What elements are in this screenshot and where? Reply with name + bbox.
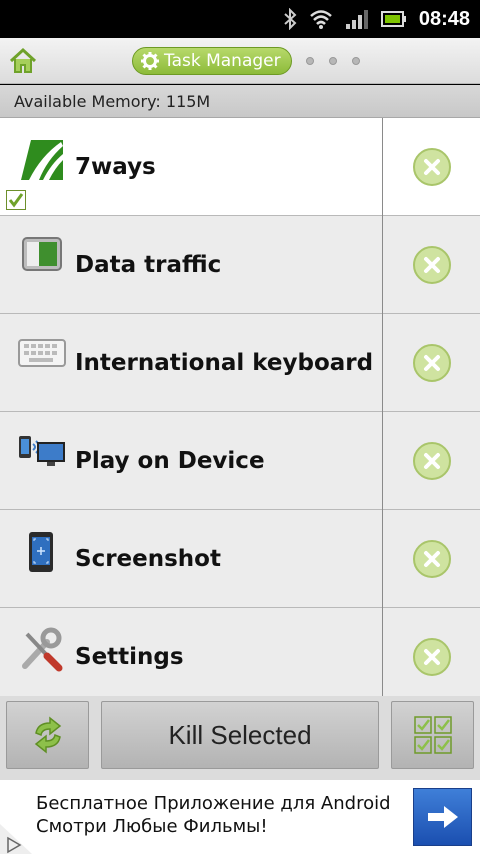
task-row-7ways[interactable]: 7ways bbox=[0, 118, 480, 216]
kill-task-button[interactable] bbox=[413, 540, 451, 578]
settings-icon bbox=[17, 626, 67, 676]
gear-icon bbox=[141, 52, 159, 70]
task-row-screenshot[interactable]: Screenshot bbox=[0, 510, 480, 608]
select-all-icon bbox=[413, 716, 452, 754]
kill-selected-button[interactable]: Kill Selected bbox=[101, 701, 379, 769]
play-on-device-icon bbox=[17, 430, 67, 480]
wifi-icon bbox=[310, 10, 332, 29]
home-button[interactable] bbox=[8, 47, 38, 75]
task-label: International keyboard bbox=[75, 350, 374, 376]
ad-line-1: Бесплатное Приложение для Android bbox=[36, 793, 391, 814]
task-label: Data traffic bbox=[75, 252, 222, 278]
kill-task-button[interactable] bbox=[413, 246, 451, 284]
app-header: Task Manager bbox=[0, 38, 480, 84]
close-icon bbox=[424, 257, 440, 273]
check-icon bbox=[8, 193, 24, 208]
battery-icon bbox=[380, 11, 406, 27]
bluetooth-icon bbox=[284, 8, 297, 30]
screenshot-icon bbox=[17, 528, 67, 578]
home-icon bbox=[9, 47, 37, 73]
ad-play-icon[interactable] bbox=[0, 824, 32, 854]
close-icon bbox=[424, 649, 440, 665]
status-bar: 08:48 bbox=[0, 0, 480, 38]
kill-task-button[interactable] bbox=[413, 442, 451, 480]
status-time: 08:48 bbox=[418, 7, 470, 30]
available-memory: Available Memory: 115M bbox=[0, 85, 480, 118]
ad-banner[interactable]: Бесплатное Приложение для Android Смотри… bbox=[0, 780, 480, 854]
ad-line-2: Смотри Любые Фильмы! bbox=[36, 816, 268, 837]
close-icon bbox=[424, 453, 440, 469]
kill-task-button[interactable] bbox=[413, 344, 451, 382]
close-icon bbox=[424, 551, 440, 567]
task-checkbox[interactable] bbox=[6, 190, 26, 210]
page-dot[interactable] bbox=[329, 57, 337, 65]
page-dot[interactable] bbox=[352, 57, 360, 65]
task-label: Settings bbox=[75, 644, 184, 670]
kill-task-button[interactable] bbox=[413, 148, 451, 186]
refresh-icon bbox=[34, 716, 61, 754]
task-row-international-keyboard[interactable]: International keyboard bbox=[0, 314, 480, 412]
keyboard-icon bbox=[17, 332, 67, 382]
page-indicator bbox=[306, 57, 360, 65]
arrow-right-icon bbox=[427, 806, 458, 828]
kill-task-button[interactable] bbox=[413, 638, 451, 676]
select-all-button[interactable] bbox=[391, 701, 474, 769]
task-label: 7ways bbox=[75, 154, 156, 180]
task-row-data-traffic[interactable]: Data traffic bbox=[0, 216, 480, 314]
close-icon bbox=[424, 159, 440, 175]
bottom-toolbar: Kill Selected bbox=[0, 696, 480, 780]
signal-icon bbox=[345, 10, 368, 29]
title-pill[interactable]: Task Manager bbox=[132, 47, 292, 75]
task-row-play-on-device[interactable]: Play on Device bbox=[0, 412, 480, 510]
data-traffic-icon bbox=[17, 234, 67, 284]
page-dot[interactable] bbox=[306, 57, 314, 65]
7ways-app-icon bbox=[17, 136, 67, 186]
task-row-settings[interactable]: Settings bbox=[0, 608, 480, 696]
task-label: Play on Device bbox=[75, 448, 265, 474]
close-icon bbox=[424, 355, 440, 371]
page-title: Task Manager bbox=[164, 51, 281, 71]
task-list[interactable]: 7ways Data traffic International keyboar… bbox=[0, 118, 480, 696]
ad-action-button[interactable] bbox=[413, 788, 472, 846]
refresh-button[interactable] bbox=[6, 701, 89, 769]
task-label: Screenshot bbox=[75, 546, 221, 572]
